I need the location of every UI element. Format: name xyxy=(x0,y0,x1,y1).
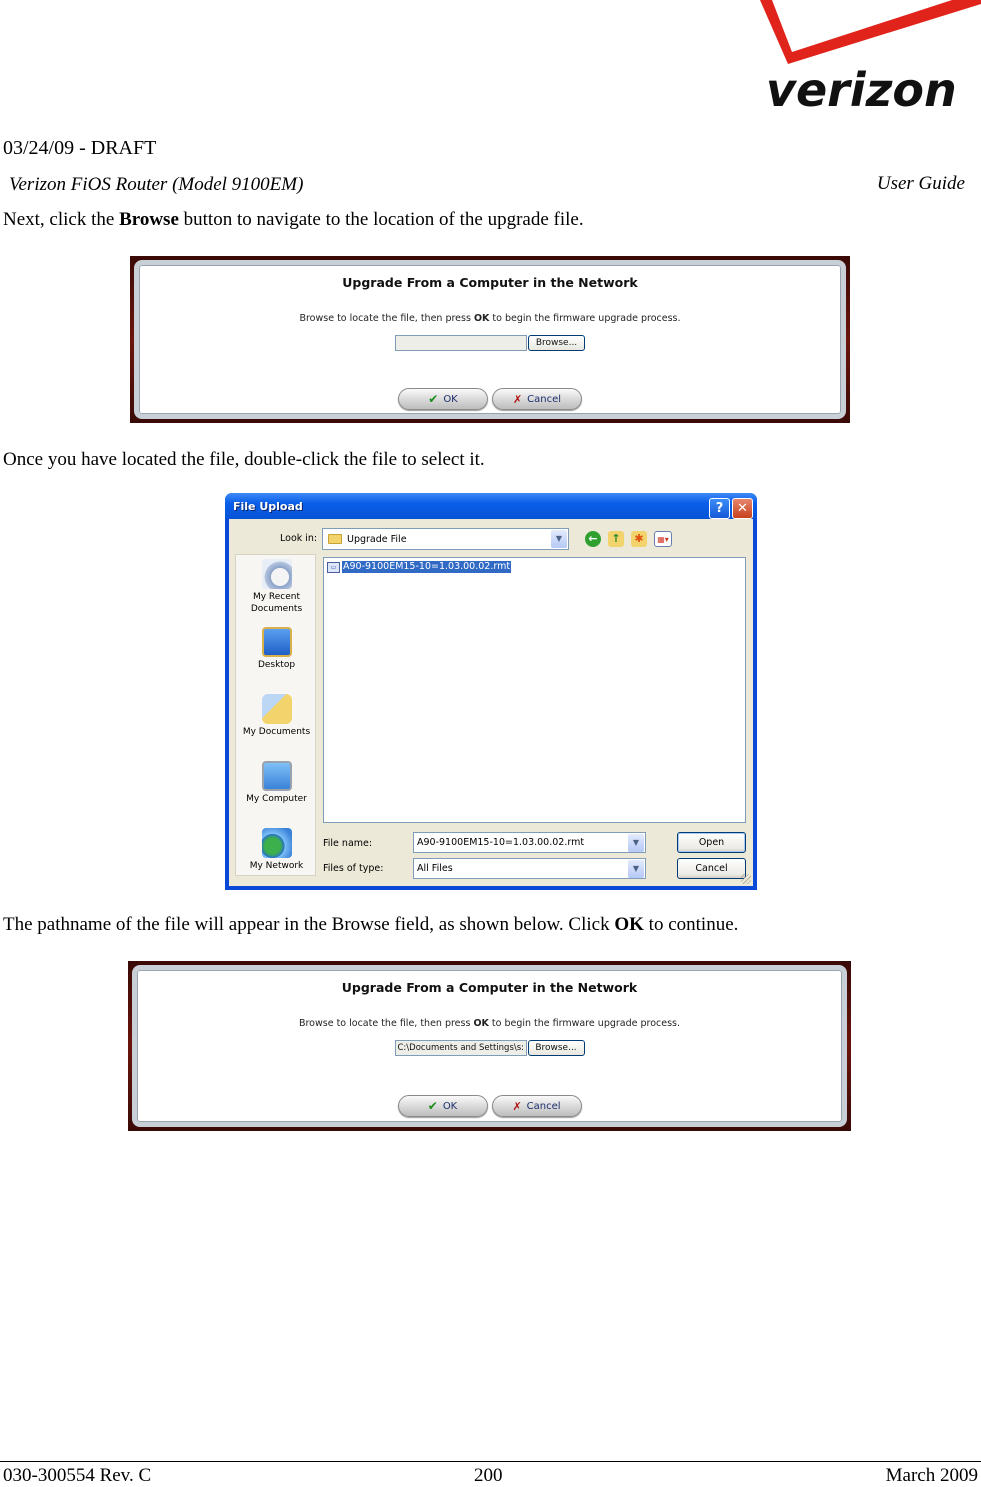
chevron-down-icon[interactable]: ▼ xyxy=(551,530,567,548)
panel-description: Browse to locate the file, then press OK… xyxy=(137,1018,842,1029)
verizon-logo: verizon xyxy=(752,0,981,117)
text: The pathname of the file will appear in … xyxy=(3,914,615,935)
place-label: Desktop xyxy=(257,660,296,670)
new-folder-icon[interactable]: ✱ xyxy=(631,531,647,547)
toolbar: ← ↑ ✱ ▦▾ xyxy=(585,531,672,547)
file-row: Browse... xyxy=(139,335,841,351)
file-name-input[interactable]: A90-9100EM15-10=1.03.00.02.rmt ▼ xyxy=(413,832,646,853)
place-desktop[interactable]: Desktop xyxy=(236,627,317,671)
draft-label: 03/24/09 - DRAFT xyxy=(3,137,157,159)
dialog-cancel-button[interactable]: Cancel xyxy=(677,858,746,879)
look-in-label: Look in: xyxy=(280,533,318,544)
model-title: Verizon FiOS Router (Model 9100EM) xyxy=(9,174,304,195)
text: Next, click the xyxy=(3,209,120,230)
instruction-double-click: Once you have located the file, double-c… xyxy=(3,449,485,470)
place-label: My Computer xyxy=(246,794,307,804)
upgrade-panel: Upgrade From a Computer in the Network B… xyxy=(132,965,847,1127)
place-label: My Network xyxy=(249,861,304,871)
place-my-network[interactable]: My Network xyxy=(236,828,317,872)
my-computer-icon xyxy=(261,761,292,791)
resize-grip[interactable] xyxy=(741,874,751,884)
panel-description: Browse to locate the file, then press OK… xyxy=(139,313,841,324)
cancel-button[interactable]: ✗ Cancel xyxy=(492,388,582,410)
action-buttons: ✔ OK ✗ Cancel xyxy=(139,388,841,410)
files-of-type-value: All Files xyxy=(417,863,453,874)
text-bold: OK xyxy=(473,313,490,324)
desktop-icon xyxy=(261,627,292,657)
check-icon: ✔ xyxy=(428,392,439,406)
files-of-type-select[interactable]: All Files ▼ xyxy=(413,858,646,879)
text-bold: OK xyxy=(473,1018,489,1029)
text: to begin the firmware upgrade process. xyxy=(489,313,681,324)
panel-title: Upgrade From a Computer in the Network xyxy=(342,275,638,290)
file-path-input[interactable] xyxy=(395,335,527,351)
file-item[interactable]: ▭ A90-9100EM15-10=1.03.00.02.rmt xyxy=(327,561,512,573)
back-icon[interactable]: ← xyxy=(585,531,601,547)
place-my-computer[interactable]: My Computer xyxy=(236,761,317,805)
ok-label: OK xyxy=(443,393,458,405)
dialog-title: File Upload xyxy=(233,499,303,513)
file-path-input[interactable]: C:\Documents and Settings\s: xyxy=(394,1040,527,1056)
chevron-down-icon[interactable]: ▼ xyxy=(628,860,644,878)
file-upload-dialog: File Upload ? ✕ Look in: Upgrade File ▼ … xyxy=(225,493,757,890)
open-button[interactable]: Open xyxy=(677,832,746,853)
my-documents-icon xyxy=(261,694,292,724)
folder-icon xyxy=(328,534,342,544)
place-my-recent-documents[interactable]: My Recent Documents xyxy=(236,559,317,615)
place-my-documents[interactable]: My Documents xyxy=(236,694,317,738)
footer-divider xyxy=(0,1461,981,1462)
places-bar: My Recent Documents Desktop My Documents… xyxy=(235,554,316,876)
panel-title: Upgrade From a Computer in the Network xyxy=(341,980,638,995)
text: to begin the firmware upgrade process. xyxy=(488,1018,681,1029)
place-label: My Documents xyxy=(242,727,311,737)
ok-label: OK xyxy=(442,1100,458,1112)
text: button to navigate to the location of th… xyxy=(178,209,584,230)
logo-wordmark: verizon xyxy=(766,63,957,116)
file-list[interactable]: ▭ A90-9100EM15-10=1.03.00.02.rmt xyxy=(323,557,746,823)
recent-documents-icon xyxy=(261,559,292,589)
file-icon: ▭ xyxy=(327,561,340,573)
look-in-dropdown[interactable]: Upgrade File ▼ xyxy=(322,528,569,550)
instruction-browse: Next, click the Browse button to navigat… xyxy=(3,209,584,231)
text: Browse to locate the file, then press xyxy=(299,313,474,324)
doc-type: User Guide xyxy=(876,173,965,194)
ok-button[interactable]: ✔ OK xyxy=(397,1095,488,1117)
file-name-value: A90-9100EM15-10=1.03.00.02.rmt xyxy=(417,837,585,848)
title-bar[interactable]: File Upload xyxy=(225,493,757,519)
x-icon: ✗ xyxy=(512,1099,522,1113)
text: to continue. xyxy=(643,914,739,935)
text: Browse to locate the file, then press xyxy=(298,1018,474,1029)
text-bold: OK xyxy=(614,914,644,935)
browse-button[interactable]: Browse... xyxy=(528,335,585,351)
browse-button[interactable]: Browse... xyxy=(527,1040,585,1056)
up-folder-icon[interactable]: ↑ xyxy=(608,531,624,547)
place-label: My Recent Documents xyxy=(250,592,303,614)
x-icon: ✗ xyxy=(512,392,523,406)
file-row: C:\Documents and Settings\s: Browse... xyxy=(137,1040,842,1056)
chevron-down-icon[interactable]: ▼ xyxy=(628,834,644,852)
file-item-name: A90-9100EM15-10=1.03.00.02.rmt xyxy=(342,561,512,573)
views-menu-icon[interactable]: ▦▾ xyxy=(654,531,672,547)
text-bold: Browse xyxy=(119,209,179,230)
dialog-body: Look in: Upgrade File ▼ ← ↑ ✱ ▦▾ My Rece… xyxy=(229,519,753,886)
look-in-value: Upgrade File xyxy=(347,533,407,545)
instruction-click-ok: The pathname of the file will appear in … xyxy=(3,914,738,936)
close-button[interactable]: ✕ xyxy=(732,498,753,519)
action-buttons: ✔ OK ✗ Cancel xyxy=(137,1095,842,1117)
upgrade-panel-screenshot-1: Upgrade From a Computer in the Network B… xyxy=(130,256,850,423)
ok-button[interactable]: ✔ OK xyxy=(398,388,488,410)
upgrade-panel-screenshot-2: Upgrade From a Computer in the Network B… xyxy=(128,961,851,1131)
file-name-label: File name: xyxy=(323,838,373,849)
cancel-button[interactable]: ✗ Cancel xyxy=(491,1095,582,1117)
check-icon: ✔ xyxy=(427,1099,438,1113)
cancel-label: Cancel xyxy=(527,393,562,405)
help-button[interactable]: ? xyxy=(709,498,730,519)
upgrade-panel: Upgrade From a Computer in the Network B… xyxy=(134,260,846,419)
my-network-icon xyxy=(261,828,292,858)
cancel-label: Cancel xyxy=(526,1100,561,1112)
files-of-type-label: Files of type: xyxy=(323,863,384,874)
